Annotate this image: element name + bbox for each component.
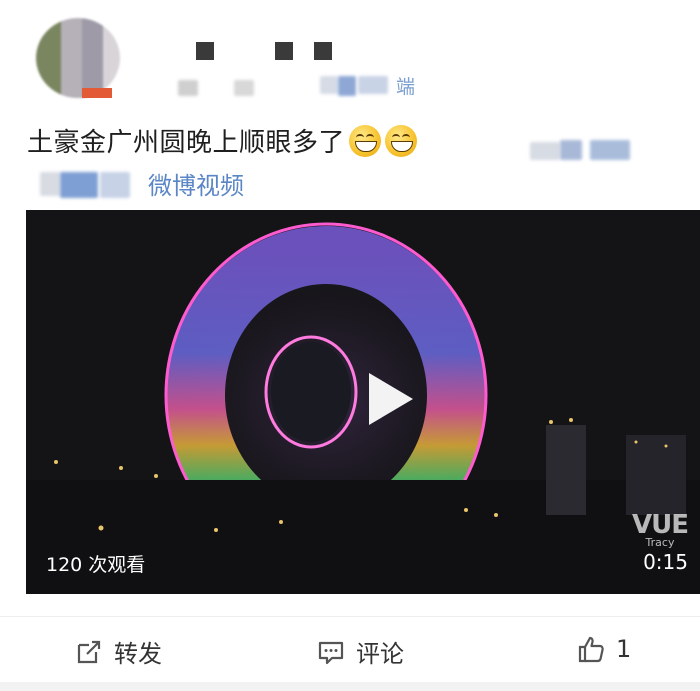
bottom-separator [0,682,700,691]
grin-emoji-icon [385,125,418,157]
play-icon[interactable] [369,373,413,425]
repost-icon [77,640,101,663]
thumbs-up-icon [578,636,604,663]
repost-label: 转发 [114,640,162,668]
video-duration: 0:15 [643,550,688,574]
comment-icon [318,641,344,664]
like-count: 1 [616,635,632,663]
like-button[interactable]: 1 [576,634,631,664]
repost-button[interactable]: 转发 [74,634,162,669]
divider [0,616,700,617]
comment-label: 评论 [356,640,404,668]
avatar[interactable] [36,18,120,98]
post-text: 土豪金广州圆晚上顺眼多了 [27,122,418,159]
grin-emoji-icon [349,125,382,157]
post-source: 端 [396,76,416,98]
post-text-content: 土豪金广州圆晚上顺眼多了 [27,128,346,158]
video-thumbnail [26,210,700,594]
video-player[interactable]: VUE Tracy 120 次观看 0:15 [26,210,700,594]
avatar-badge [82,88,112,98]
comment-button[interactable]: 评论 [316,634,404,669]
view-count: 120 次观看 [46,554,146,576]
video-link[interactable]: 微博视频 [148,166,244,201]
watermark: VUE Tracy [632,510,689,549]
